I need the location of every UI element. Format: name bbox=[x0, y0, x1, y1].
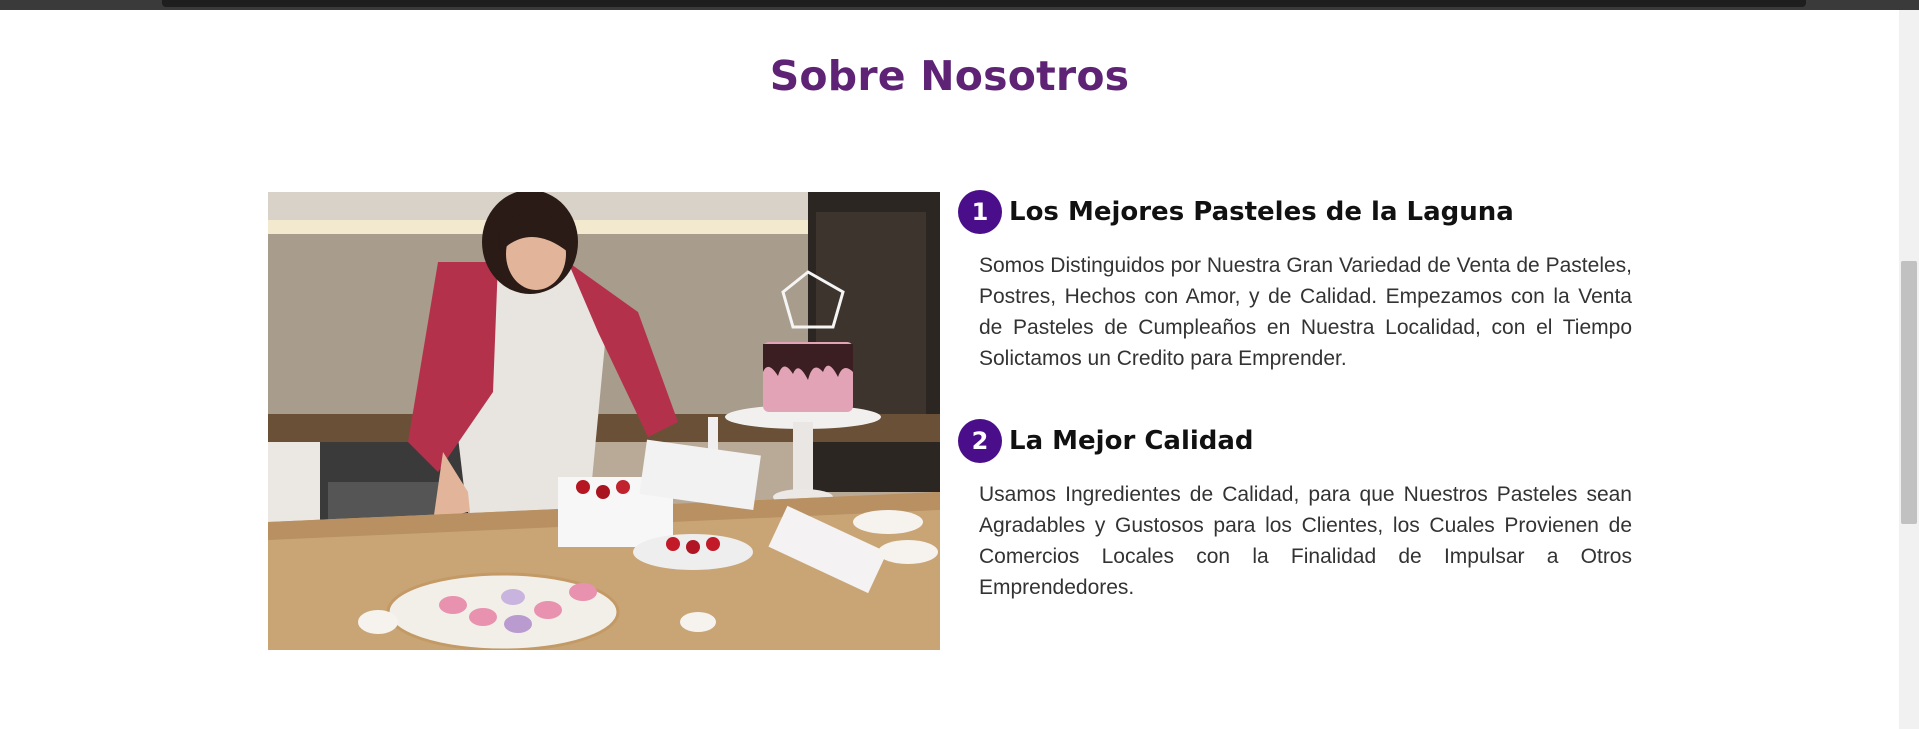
browser-top-bar bbox=[0, 0, 1919, 10]
page-scrollbar[interactable] bbox=[1899, 10, 1919, 729]
section-title: Sobre Nosotros bbox=[769, 52, 1130, 100]
feature-title: Los Mejores Pasteles de la Laguna bbox=[1009, 197, 1514, 227]
feature-description: Somos Distinguidos por Nuestra Gran Vari… bbox=[979, 254, 1632, 370]
feature-item: 1 Los Mejores Pasteles de la Laguna Somo… bbox=[958, 190, 1632, 374]
scrollbar-thumb[interactable] bbox=[1901, 261, 1917, 524]
feature-title: La Mejor Calidad bbox=[1009, 426, 1254, 456]
baker-photo bbox=[268, 192, 940, 650]
number-badge: 2 bbox=[958, 419, 1002, 463]
number-badge: 1 bbox=[958, 190, 1002, 234]
feature-header: 1 Los Mejores Pasteles de la Laguna bbox=[958, 190, 1632, 234]
browser-toolbar-edge bbox=[162, 0, 1806, 7]
feature-header: 2 La Mejor Calidad bbox=[958, 419, 1632, 463]
feature-item: 2 La Mejor Calidad Usamos Ingredientes d… bbox=[958, 419, 1632, 603]
feature-description: Usamos Ingredientes de Calidad, para que… bbox=[979, 483, 1632, 599]
